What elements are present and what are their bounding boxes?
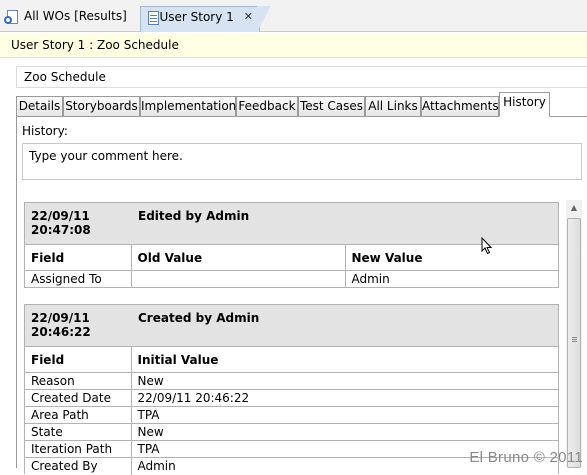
entry-time: 20:47:08 xyxy=(31,223,91,237)
column-header: Old Value xyxy=(130,244,346,271)
history-label-text: History: xyxy=(22,124,68,138)
table-row: State New xyxy=(25,423,558,441)
tab-user-story-1[interactable]: User Story 1 ✕ xyxy=(140,6,271,32)
scroll-up-arrow-icon[interactable]: ▲ xyxy=(566,200,582,216)
tab-storyboards[interactable]: Storyboards xyxy=(63,96,140,117)
value-cell: TPA xyxy=(130,406,558,424)
field-cell: State xyxy=(25,423,132,441)
tab-label: All WOs [Results] xyxy=(24,9,127,23)
tab-implementation[interactable]: Implementation xyxy=(140,96,236,117)
field-cell: Area Path xyxy=(25,406,132,424)
entry-time: 20:46:22 xyxy=(31,325,91,339)
watermark: El Bruno © 2011 xyxy=(469,449,583,466)
column-header: New Value xyxy=(344,244,558,271)
tab-details[interactable]: Details xyxy=(16,96,63,117)
field-cell: Assigned To xyxy=(25,270,132,288)
entry-action: Created by Admin xyxy=(138,311,260,325)
value-cell: New xyxy=(130,372,558,390)
tab-attachments[interactable]: Attachments xyxy=(421,96,499,117)
table-row: Assigned To Admin xyxy=(25,270,558,288)
tab-label: User Story 1 xyxy=(159,10,234,24)
close-icon[interactable]: ✕ xyxy=(244,10,253,24)
entry-date: 22/09/11 xyxy=(31,311,90,325)
tab-all-links[interactable]: All Links xyxy=(365,96,421,117)
table-row: Created Date 22/09/11 20:46:22 xyxy=(25,389,558,407)
history-entry-header: 22/09/11 20:46:22 Created by Admin xyxy=(25,305,558,346)
mouse-cursor-icon xyxy=(481,237,493,255)
value-cell: New xyxy=(130,423,558,441)
entry-datetime: 22/09/11 20:47:08 xyxy=(31,209,131,237)
column-header: Initial Value xyxy=(130,346,558,373)
new-value-cell: Admin xyxy=(344,270,558,288)
tab-test-cases[interactable]: Test Cases xyxy=(298,96,365,117)
entry-action: Edited by Admin xyxy=(138,209,250,223)
field-cell: Created Date xyxy=(25,389,132,407)
column-header: Field xyxy=(25,346,132,373)
title-field[interactable]: Zoo Schedule xyxy=(16,66,587,88)
tab-panel-border-left xyxy=(16,116,17,468)
history-comment-input[interactable]: Type your comment here. xyxy=(22,143,582,180)
history-entry: 22/09/11 20:47:08 Edited by Admin Field … xyxy=(24,202,559,288)
work-item-form: Zoo Schedule Details Storyboards Impleme… xyxy=(0,58,587,475)
change-table: Field Old Value New Value Assigned To Ad… xyxy=(25,244,558,288)
old-value-cell xyxy=(130,270,346,288)
tab-history[interactable]: History xyxy=(499,92,550,117)
history-label: History: xyxy=(22,124,68,138)
document-tab-strip: All WOs [Results] User Story 1 ✕ xyxy=(0,0,587,32)
tab-all-wos-results[interactable]: All WOs [Results] xyxy=(0,6,136,32)
work-item-icon xyxy=(145,11,159,27)
field-cell: Iteration Path xyxy=(25,440,132,458)
work-item-title-bar: User Story 1 : Zoo Schedule xyxy=(0,33,587,58)
entry-datetime: 22/09/11 20:46:22 xyxy=(31,311,131,339)
entry-date: 22/09/11 xyxy=(31,209,90,223)
field-cell: Reason xyxy=(25,372,132,390)
table-row: Area Path TPA xyxy=(25,406,558,424)
history-scrollbar[interactable]: ▲ xyxy=(566,200,582,468)
table-row: Reason New xyxy=(25,372,558,390)
value-cell: 22/09/11 20:46:22 xyxy=(130,389,558,407)
history-entry-header: 22/09/11 20:47:08 Edited by Admin xyxy=(25,203,558,244)
query-results-icon xyxy=(4,10,20,26)
field-cell: Created By xyxy=(25,457,132,475)
scrollbar-thumb[interactable] xyxy=(567,218,581,468)
tab-feedback[interactable]: Feedback xyxy=(236,96,298,117)
grip-icon xyxy=(572,337,577,338)
column-header: Field xyxy=(25,244,132,271)
